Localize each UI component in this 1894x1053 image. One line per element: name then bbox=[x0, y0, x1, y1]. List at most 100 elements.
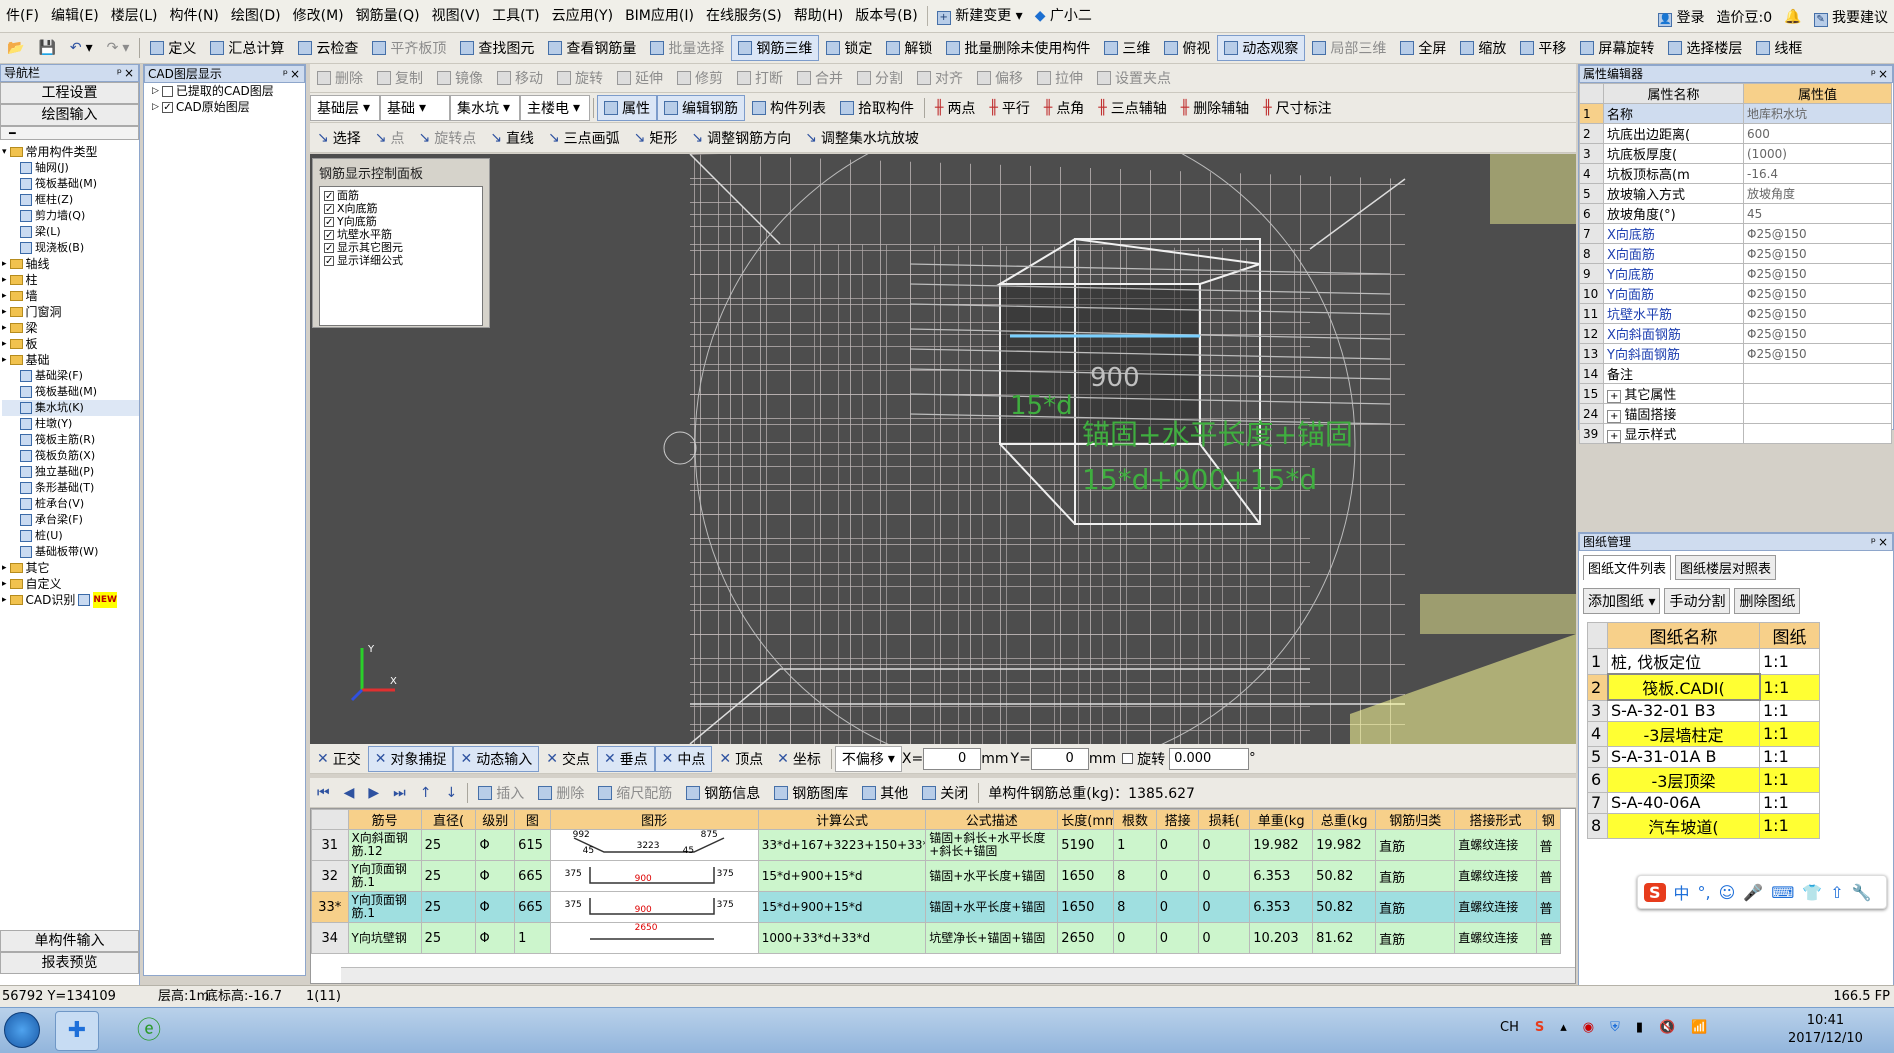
3d-viewport[interactable]: 900 15*d 锚固+水平长度+锚固 15*d+900+15*d Y X 钢筋… bbox=[310, 154, 1576, 744]
table-row[interactable]: 34 Y向坑壁钢 25 Φ 1 2650 1000+33*d+33*d 坑壁净长+锚固+锚固 2… bbox=[311, 922, 1562, 954]
axis-btn-1[interactable]: ╫ 平行 bbox=[982, 95, 1036, 121]
drawing-scale[interactable]: 1:1 bbox=[1759, 673, 1820, 701]
toolbar-btn-20[interactable]: 线框 bbox=[1749, 35, 1809, 61]
edit-btn-7[interactable]: 打断 bbox=[730, 65, 790, 91]
drawing-scale[interactable]: 1:1 bbox=[1759, 720, 1820, 747]
rebar-col-header[interactable]: 搭接形式 bbox=[1454, 809, 1537, 830]
rebar-tool-btn-3[interactable]: 钢筋信息 bbox=[679, 780, 767, 806]
toolbar-btn-4[interactable]: 查找图元 bbox=[453, 35, 541, 61]
axis-btn-0[interactable]: ╫ 两点 bbox=[928, 95, 982, 121]
bell-icon[interactable]: 🔔 bbox=[1784, 9, 1801, 25]
prop-value[interactable]: 放坡角度 bbox=[1743, 183, 1892, 204]
drawing-row[interactable]: 2 筏板.CADI(1:1 bbox=[1587, 673, 1820, 701]
snap-btn-7[interactable]: ✕ 坐标 bbox=[770, 746, 828, 772]
device-icon[interactable]: ▮ bbox=[1636, 1020, 1643, 1035]
snap-btn-0[interactable]: ✕ 正交 bbox=[310, 746, 368, 772]
nav-groups-4[interactable]: ▸ 梁 bbox=[2, 320, 139, 336]
toolbar-btn-14[interactable]: 局部三维 bbox=[1305, 35, 1393, 61]
drawing-name[interactable]: 汽车坡道( bbox=[1607, 812, 1760, 839]
drawing-row[interactable]: 5 S-A-31-01A B 1:1 bbox=[1587, 745, 1820, 768]
toolbar-btn-11[interactable]: 三维 bbox=[1097, 35, 1157, 61]
tab-floor-mapping[interactable]: 图纸楼层对照表 bbox=[1675, 555, 1777, 580]
rebar-tool-btn-5[interactable]: 其他 bbox=[855, 780, 915, 806]
menu-item-2[interactable]: 楼层(L) bbox=[105, 0, 164, 33]
rebar-cell-cat[interactable]: 直筋 bbox=[1375, 891, 1456, 923]
table-row[interactable]: 31 X向斜面钢筋.12 25 Φ 615 992 875 45 3223 45 33*d+167+… bbox=[311, 829, 1562, 861]
menu-item-11[interactable]: 在线服务(S) bbox=[700, 0, 788, 33]
drawing-name[interactable]: -3层顶梁 bbox=[1607, 766, 1760, 793]
expand-icon[interactable]: + bbox=[1607, 410, 1622, 423]
pin-icon[interactable]: ᵖ bbox=[283, 66, 288, 82]
toolbar-btn-15[interactable]: 全屏 bbox=[1393, 35, 1453, 61]
add-drawing-button[interactable]: 添加图纸 ▾ bbox=[1583, 588, 1661, 614]
volume-icon[interactable]: 🔇 bbox=[1659, 1020, 1675, 1035]
new-change-menu[interactable]: + 新建变更 ▾ bbox=[931, 0, 1029, 33]
rebar-col-header[interactable]: 筋号 bbox=[347, 809, 422, 830]
rebar-col-header[interactable]: 图 bbox=[514, 809, 551, 830]
toolbar-btn-6[interactable]: 批量选择 bbox=[643, 35, 731, 61]
rebar-cell-dia[interactable]: 25 bbox=[420, 860, 477, 892]
drawing-row[interactable]: 8 汽车坡道(1:1 bbox=[1587, 812, 1820, 839]
x-input[interactable]: 0 bbox=[923, 747, 982, 770]
rebar-cell-unit[interactable]: 19.982 bbox=[1249, 829, 1314, 861]
snap-btn-6[interactable]: ✕ 顶点 bbox=[712, 746, 770, 772]
component-btn-2[interactable]: 构件列表 bbox=[745, 95, 833, 121]
rebar-cell-len[interactable]: 1650 bbox=[1057, 891, 1115, 923]
cad-layer-original[interactable]: ▷ ✓ CAD原始图层 bbox=[144, 99, 305, 115]
rebar-col-header[interactable]: 计算公式 bbox=[757, 809, 927, 830]
rebar-col-header[interactable]: 单重(kg bbox=[1249, 809, 1314, 830]
table-row[interactable]: 32 Y向顶面钢筋.1 25 Φ 665 375 900 375 15*d+900+15*d 锚固… bbox=[311, 860, 1562, 892]
prop-value[interactable]: Φ25@150 bbox=[1743, 323, 1892, 344]
rebar-tool-btn-0[interactable]: 插入 bbox=[471, 780, 531, 806]
rebar-cell-lap[interactable]: 0 bbox=[1155, 922, 1200, 954]
drawing-input-button[interactable]: 绘图输入 bbox=[0, 104, 139, 126]
drawing-name[interactable]: S-A-32-01 B3 bbox=[1607, 699, 1760, 722]
draw-btn-6[interactable]: ↘ 调整钢筋方向 bbox=[684, 125, 798, 151]
rebar-cell-name[interactable]: Y向顶面钢筋.1 bbox=[347, 891, 422, 923]
rebar-cell-len[interactable]: 5190 bbox=[1057, 829, 1115, 861]
prop-value[interactable]: Φ25@150 bbox=[1743, 343, 1892, 364]
edit-btn-11[interactable]: 偏移 bbox=[970, 65, 1030, 91]
menu-item-1[interactable]: 编辑(E) bbox=[45, 0, 105, 33]
first-record-button[interactable]: ⏮ bbox=[310, 780, 337, 806]
prev-record-button[interactable]: ◀ bbox=[337, 780, 362, 806]
rebar-display-option-0[interactable]: ✓ 面筋 bbox=[324, 189, 478, 202]
checkbox-checked[interactable]: ✓ bbox=[324, 229, 334, 240]
toolbar-btn-3[interactable]: 平齐板顶 bbox=[365, 35, 453, 61]
nav-common-2[interactable]: 框柱(Z) bbox=[2, 192, 139, 208]
suggest-link[interactable]: ✎ 我要建议 bbox=[1813, 7, 1888, 27]
axis-btn-5[interactable]: ╫ 尺寸标注 bbox=[1256, 95, 1338, 121]
checkbox-unchecked[interactable] bbox=[161, 85, 173, 97]
rebar-cell-lapform[interactable]: 直螺纹连接 bbox=[1454, 922, 1537, 954]
rebar-col-header[interactable]: 根数 bbox=[1113, 809, 1157, 830]
nav-common-1[interactable]: 筏板基础(M) bbox=[2, 176, 139, 192]
toolbar-btn-7[interactable]: 钢筋三维 bbox=[731, 35, 820, 61]
pin-icon[interactable]: ᵖ bbox=[1871, 66, 1876, 82]
rebar-cell-last[interactable]: 普 bbox=[1535, 860, 1562, 892]
property-row[interactable]: 3 坑底板厚度((1000) bbox=[1579, 143, 1892, 164]
snap-btn-2[interactable]: ✕ 动态输入 bbox=[453, 745, 540, 772]
prop-value[interactable]: -16.4 bbox=[1743, 163, 1892, 184]
toolbar-btn-10[interactable]: 批量删除未使用构件 bbox=[939, 35, 1097, 61]
property-row[interactable]: 8 X向面筋 Φ25@150 bbox=[1579, 243, 1892, 264]
close-icon[interactable]: × bbox=[124, 65, 134, 81]
property-row[interactable]: 4 坑板顶标高(m -16.4 bbox=[1579, 163, 1892, 184]
rebar-cell-count[interactable]: 8 bbox=[1113, 860, 1157, 892]
table-row[interactable]: 33* Y向顶面钢筋.1 25 Φ 665 375 900 375 15*d+900+15*d 锚… bbox=[311, 891, 1562, 923]
tree-group-custom[interactable]: ▸ 自定义 bbox=[2, 576, 139, 592]
prop-value[interactable] bbox=[1743, 363, 1892, 384]
move-down-button[interactable]: ↓ bbox=[439, 780, 465, 806]
rebar-cell-count[interactable]: 0 bbox=[1113, 922, 1157, 954]
draw-btn-5[interactable]: ↘ 矩形 bbox=[627, 125, 685, 151]
snap-btn-5[interactable]: ✕ 中点 bbox=[654, 745, 713, 772]
rebar-display-option-2[interactable]: ✓ Y向底筋 bbox=[324, 215, 478, 228]
prop-value[interactable]: 45 bbox=[1743, 203, 1892, 224]
drawing-scale[interactable]: 1:1 bbox=[1759, 812, 1820, 839]
edit-btn-6[interactable]: 修剪 bbox=[670, 65, 730, 91]
rebar-cell-fig[interactable]: 1 bbox=[514, 922, 551, 954]
toolbar-btn-9[interactable]: 解锁 bbox=[879, 35, 939, 61]
property-row[interactable]: 1 名称 地库积水坑 bbox=[1579, 103, 1892, 124]
rebar-cell-fig[interactable]: 665 bbox=[514, 891, 551, 923]
close-icon[interactable]: × bbox=[1878, 66, 1888, 82]
rebar-cell-lap[interactable]: 0 bbox=[1155, 891, 1200, 923]
